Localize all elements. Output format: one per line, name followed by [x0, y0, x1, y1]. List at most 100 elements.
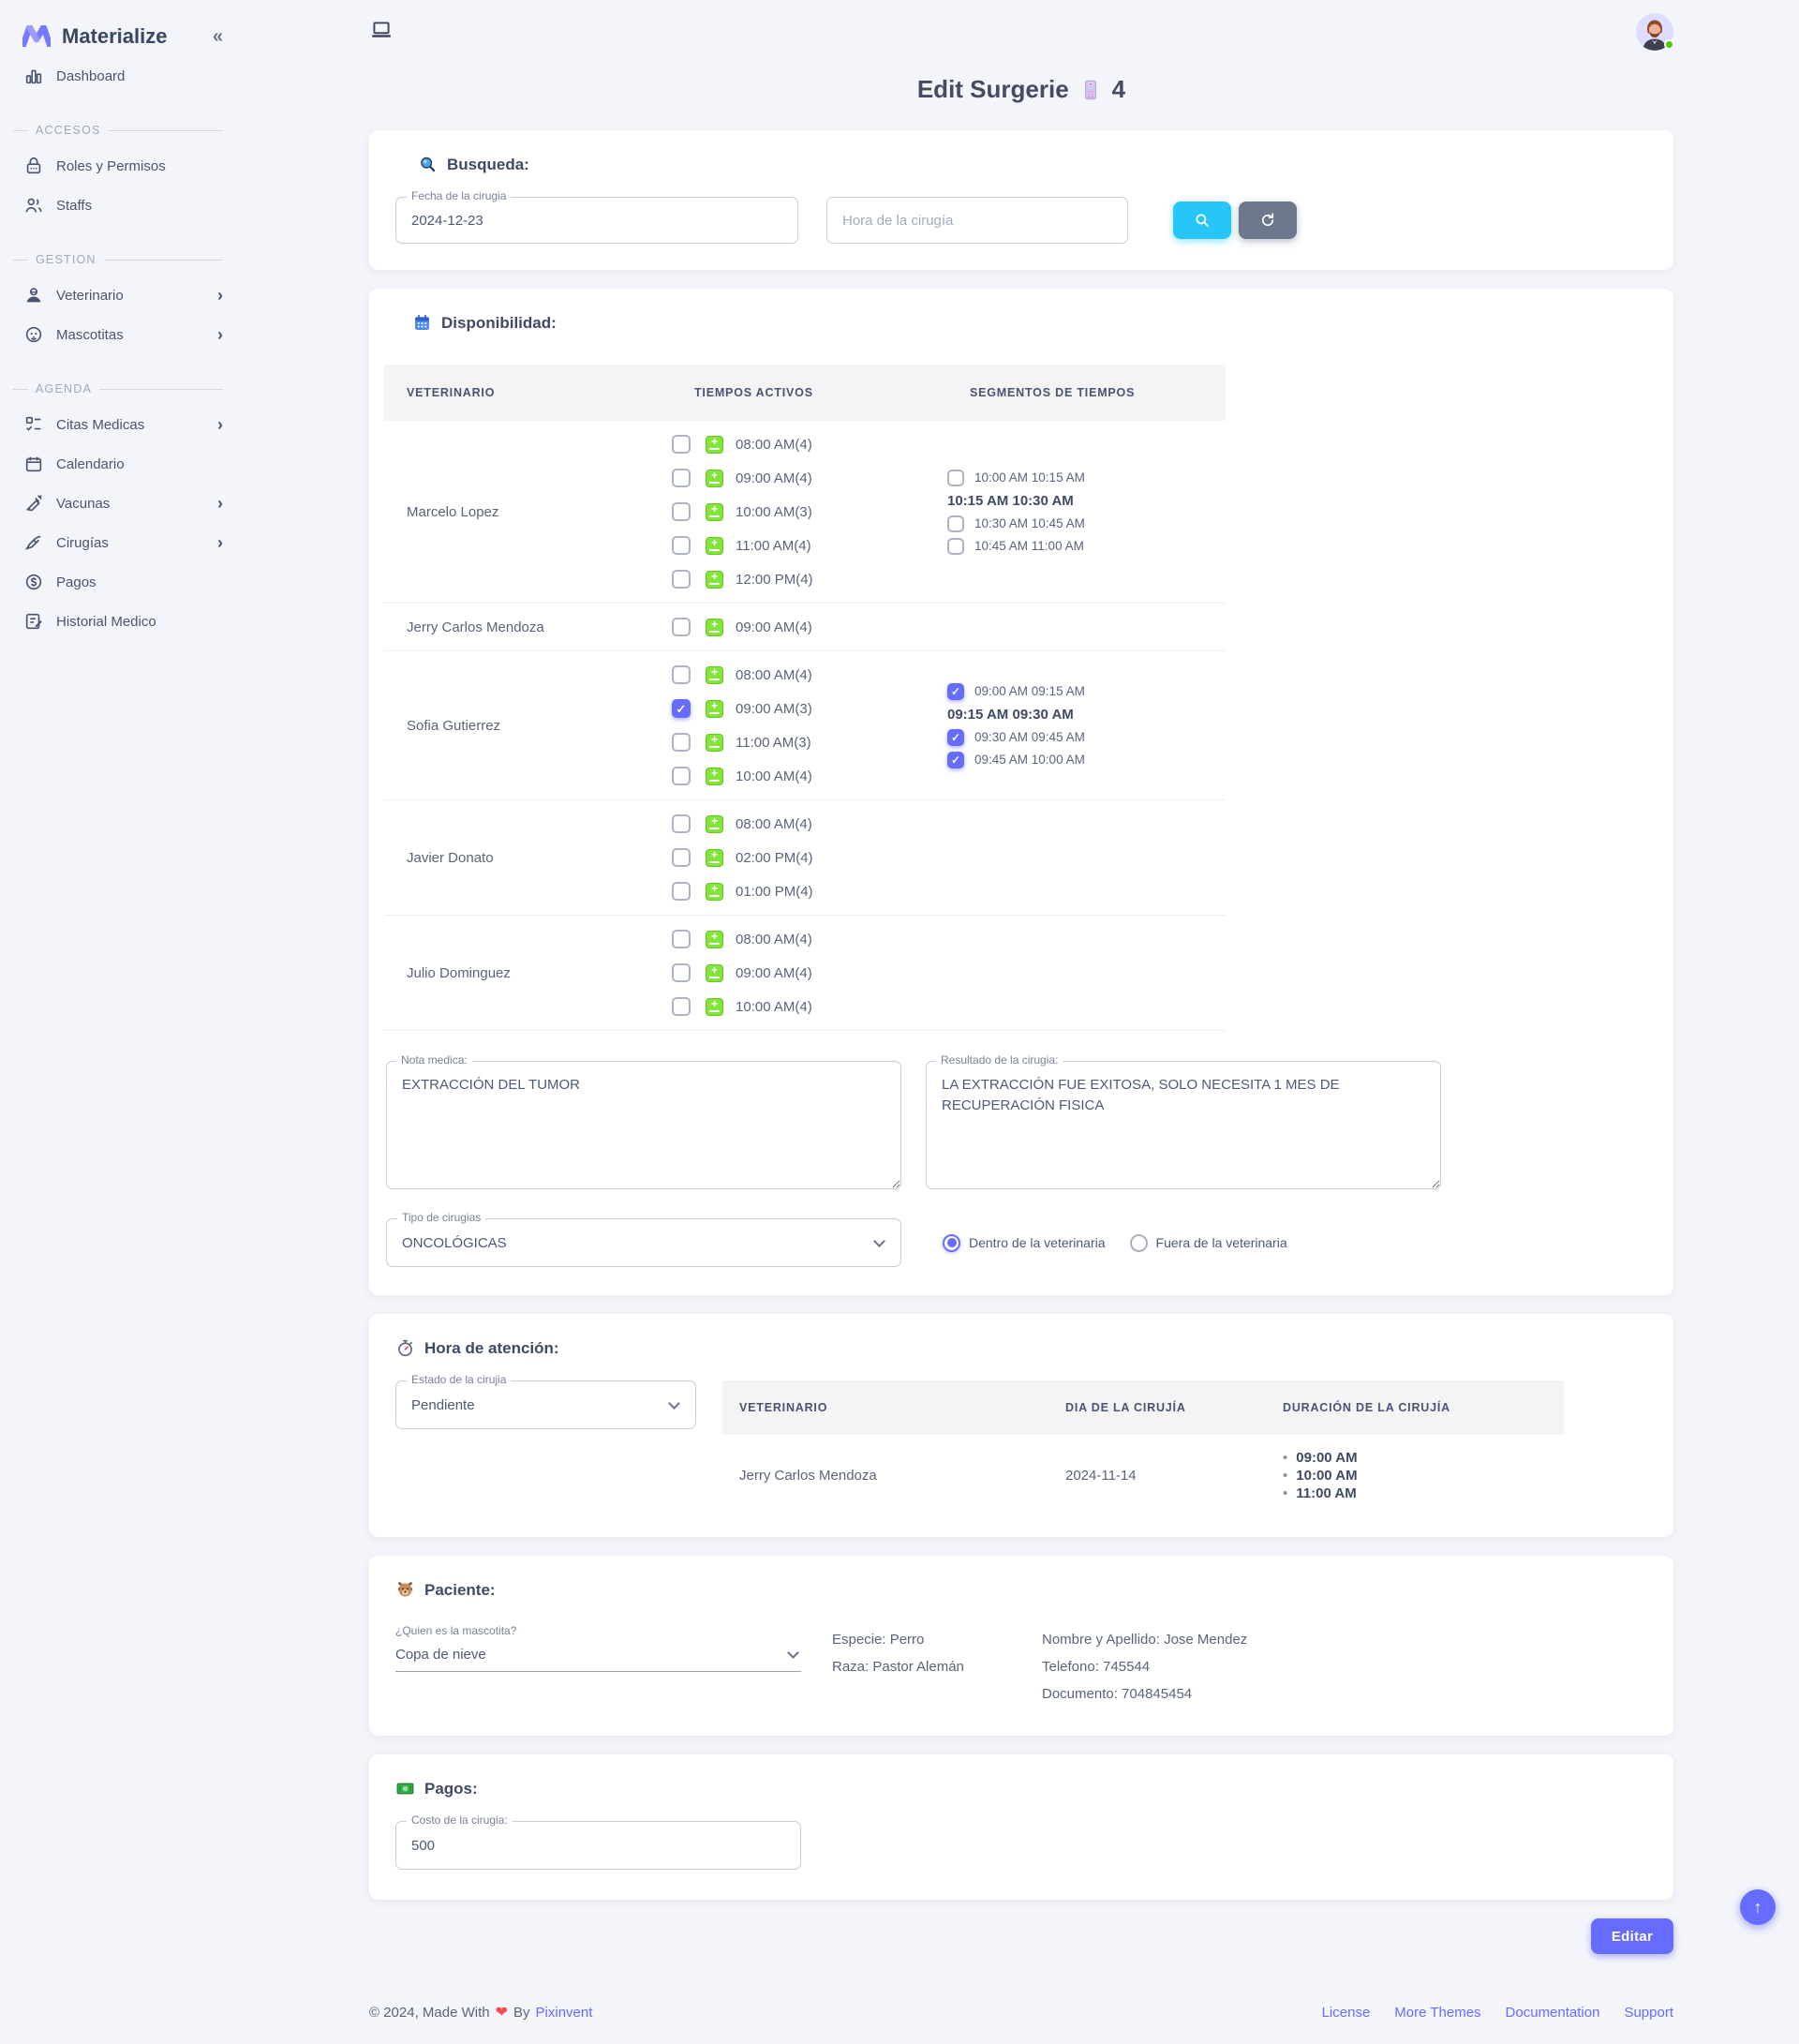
location-radio-group: Dentro de la veterinaria Fuera de la vet…	[943, 1234, 1287, 1252]
section-title-gestion: GESTION	[13, 253, 223, 266]
file-plus-icon	[706, 931, 723, 948]
documento-text: Documento: 704845454	[1042, 1680, 1247, 1708]
sidebar-item-pagos[interactable]: Pagos	[0, 562, 244, 602]
fecha-cirugia-field[interactable]: Fecha de la cirugia	[395, 197, 798, 244]
patient-heading: Paciente:	[395, 1580, 1647, 1600]
availability-heading: Disponibilidad:	[384, 313, 1658, 333]
costo-cirugia-field[interactable]: Costo de la cirugia:	[395, 1821, 801, 1870]
file-plus-icon	[706, 815, 723, 833]
estado-cirujia-select[interactable]: Estado de la cirujia Pendiente	[395, 1380, 696, 1429]
file-plus-icon	[706, 998, 723, 1016]
sidebar-item-cirugias[interactable]: Cirugías ›	[0, 523, 244, 562]
sidebar-item-roles-permisos[interactable]: Roles y Permisos	[0, 146, 244, 186]
time-checkbox[interactable]	[672, 665, 691, 684]
section-title-accesos: ACCESOS	[13, 124, 223, 137]
refresh-button[interactable]	[1239, 201, 1297, 239]
time-checkbox[interactable]	[672, 435, 691, 454]
brand: Materialize «	[0, 17, 244, 56]
time-checkbox[interactable]	[672, 767, 691, 785]
footer-link-more-themes[interactable]: More Themes	[1394, 2005, 1480, 2021]
file-plus-icon	[706, 849, 723, 867]
time-checkbox[interactable]	[672, 502, 691, 521]
time-checkbox[interactable]	[672, 536, 691, 555]
costo-cirugia-input[interactable]	[411, 1838, 785, 1854]
time-checkbox[interactable]	[672, 963, 691, 982]
coin-icon	[22, 571, 45, 593]
dog-icon	[395, 1580, 415, 1600]
search-button[interactable]	[1173, 201, 1231, 239]
footer-link-license[interactable]: License	[1322, 2005, 1371, 2021]
resultado-cirugia-textarea[interactable]: LA EXTRACCIÓN FUE EXITOSA, SOLO NECESITA…	[926, 1061, 1441, 1189]
footer-copyright: © 2024, Made With ❤ By Pixinvent	[369, 2003, 592, 2022]
time-checkbox[interactable]	[672, 733, 691, 752]
segment-checkbox[interactable]	[947, 515, 964, 532]
nota-medica-textarea[interactable]: EXTRACCIÓN DEL TUMOR	[386, 1061, 901, 1189]
editar-button[interactable]: Editar	[1591, 1918, 1673, 1954]
segment-checkbox[interactable]	[947, 752, 964, 768]
time-slot: 09:00 AM(4)	[672, 956, 947, 990]
sidebar-item-citas-medicas[interactable]: Citas Medicas ›	[0, 405, 244, 444]
hora-cirugia-field[interactable]	[826, 197, 1128, 244]
time-checkbox[interactable]	[672, 997, 691, 1016]
time-slot: 12:00 PM(4)	[672, 562, 947, 596]
sidebar-item-vacunas[interactable]: Vacunas ›	[0, 484, 244, 523]
tipo-cirugias-select[interactable]: Tipo de cirugias ONCOLÓGICAS	[386, 1218, 901, 1267]
time-checkbox[interactable]	[672, 699, 691, 718]
brand-name: Materialize	[62, 24, 213, 49]
segment-checkbox[interactable]	[947, 729, 964, 746]
patient-owner-info: Nombre y Apellido: Jose Mendez Telefono:…	[1042, 1624, 1247, 1708]
search-icon	[1194, 212, 1211, 229]
attention-card: Hora de atención: Estado de la cirujia P…	[369, 1314, 1673, 1537]
segment-slot: 09:00 AM 09:15 AM	[947, 683, 1226, 700]
time-slot: 08:00 AM(4)	[672, 922, 947, 956]
hora-cirugia-input[interactable]	[842, 213, 1112, 229]
pixinvent-link[interactable]: Pixinvent	[536, 2005, 593, 2021]
sidebar-collapse-icon[interactable]: «	[213, 26, 223, 48]
radio-fuera-veterinaria[interactable]: Fuera de la veterinaria	[1130, 1234, 1287, 1252]
sidebar-item-veterinario[interactable]: Veterinario ›	[0, 276, 244, 315]
time-checkbox[interactable]	[672, 814, 691, 833]
laptop-icon[interactable]	[369, 18, 394, 47]
time-checkbox[interactable]	[672, 848, 691, 867]
payments-heading: Pagos:	[395, 1779, 1647, 1798]
radio-dentro-veterinaria[interactable]: Dentro de la veterinaria	[943, 1234, 1106, 1252]
time-checkbox[interactable]	[672, 882, 691, 901]
footer-link-documentation[interactable]: Documentation	[1506, 2005, 1600, 2021]
user-avatar[interactable]	[1636, 13, 1673, 51]
footer-link-support[interactable]: Support	[1624, 2005, 1673, 2021]
mascota-select[interactable]: ¿Quien es la mascotita? Copa de nieve	[395, 1624, 801, 1708]
segment-checkbox[interactable]	[947, 683, 964, 700]
syringe-icon	[22, 492, 45, 515]
sidebar-item-historial-medico[interactable]: Historial Medico	[0, 602, 244, 641]
file-plus-icon	[706, 503, 723, 521]
file-plus-icon	[706, 768, 723, 785]
refresh-icon	[1259, 212, 1276, 229]
scroll-to-top-button[interactable]: ↑	[1740, 1889, 1776, 1925]
time-checkbox[interactable]	[672, 469, 691, 487]
topbar	[369, 0, 1673, 58]
time-checkbox[interactable]	[672, 570, 691, 589]
sidebar-item-staffs[interactable]: Staffs	[0, 186, 244, 225]
segment-checkbox[interactable]	[947, 470, 964, 486]
chevron-right-icon: ›	[217, 533, 223, 553]
segment-slot: 09:45 AM 10:00 AM	[947, 752, 1226, 768]
sidebar-item-mascotitas[interactable]: Mascotitas ›	[0, 315, 244, 354]
file-plus-icon	[706, 734, 723, 752]
time-slot: 01:00 PM(4)	[672, 874, 947, 908]
segment-checkbox[interactable]	[947, 538, 964, 555]
fecha-cirugia-label: Fecha de la cirugia	[407, 189, 511, 202]
time-slot: 11:00 AM(4)	[672, 529, 947, 562]
time-slot: 11:00 AM(3)	[672, 725, 947, 759]
money-icon	[395, 1779, 415, 1798]
estado-cirujia-label: Estado de la cirujia	[407, 1373, 511, 1386]
time-checkbox[interactable]	[672, 618, 691, 636]
time-slot: 10:00 AM(4)	[672, 759, 947, 793]
time-checkbox[interactable]	[672, 930, 691, 948]
tipo-cirugias-label: Tipo de cirugias	[397, 1211, 485, 1224]
radio-icon[interactable]	[1130, 1234, 1148, 1252]
search-card: Busqueda: Fecha de la cirugia	[369, 130, 1673, 270]
fecha-cirugia-input[interactable]	[411, 213, 782, 229]
sidebar-item-calendario[interactable]: Calendario	[0, 444, 244, 484]
radio-icon[interactable]	[943, 1234, 960, 1252]
sidebar-item-dashboard[interactable]: Dashboard	[0, 56, 244, 96]
